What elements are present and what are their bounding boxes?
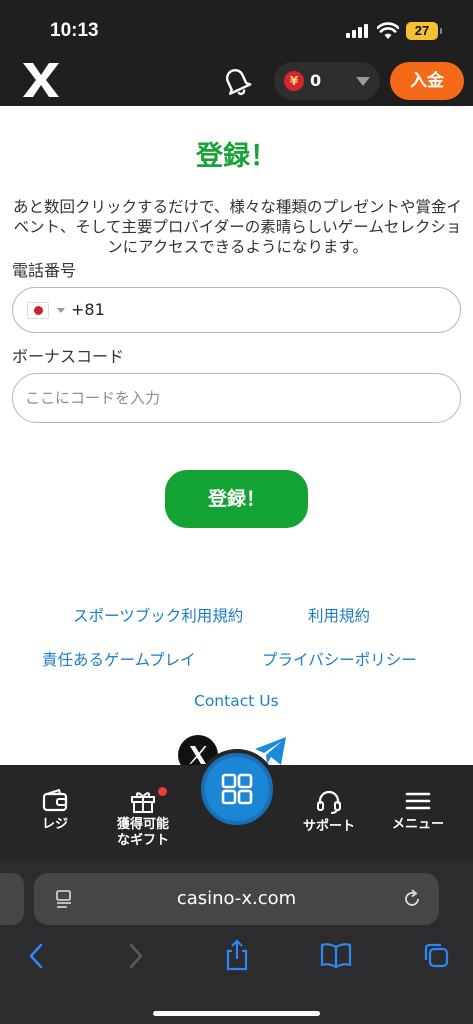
home-indicator — [153, 1011, 320, 1016]
privacy-policy-link[interactable]: プライバシーポリシー — [262, 648, 417, 670]
country-dropdown-icon[interactable] — [57, 308, 65, 313]
deposit-button[interactable]: 入金 — [390, 62, 464, 100]
japan-flag-icon[interactable] — [27, 302, 49, 319]
wallet-icon — [42, 789, 68, 812]
url-text: casino-x.com — [176, 888, 297, 909]
gift-icon — [131, 792, 155, 813]
previous-tab-preview[interactable] — [0, 873, 24, 925]
casino-x-logo[interactable] — [20, 60, 62, 100]
nav-cashier[interactable]: レジ — [30, 789, 80, 833]
nav-menu[interactable]: メニュー — [384, 789, 452, 833]
phone-field[interactable]: +81 — [12, 287, 461, 333]
nav-menu-label: メニュー — [391, 817, 444, 832]
share-icon[interactable] — [224, 939, 250, 971]
reload-icon[interactable] — [402, 889, 422, 909]
headset-icon — [317, 790, 341, 814]
hamburger-menu-icon — [405, 792, 431, 810]
yen-coin-icon: ¥ — [284, 71, 304, 91]
nav-cashier-label: レジ — [41, 817, 68, 832]
status-bar: 10:13 27 — [0, 0, 473, 54]
forward-icon[interactable] — [126, 942, 146, 970]
phone-label: 電話番号 — [12, 261, 77, 280]
grid-icon — [221, 773, 253, 805]
balance-selector[interactable]: ¥ 0 — [274, 62, 380, 100]
bonus-code-input[interactable] — [12, 373, 461, 423]
cellular-signal-icon — [346, 24, 370, 38]
contact-us-link[interactable]: Contact Us — [194, 692, 279, 710]
nav-support[interactable]: サポート — [296, 789, 362, 835]
dial-code: +81 — [71, 300, 105, 319]
terms-link[interactable]: 利用規約 — [308, 604, 370, 626]
page-title: 登録！ — [196, 141, 277, 172]
app-header: ¥ 0 入金 — [0, 54, 473, 106]
nav-support-label: サポート — [302, 819, 355, 834]
bonus-code-label: ボーナスコード — [12, 347, 125, 366]
back-icon[interactable] — [26, 942, 46, 970]
responsible-gaming-link[interactable]: 責任あるゲームプレイ — [42, 648, 196, 670]
bottom-nav: レジ 獲得可能 なギフト サポート メニュー — [0, 749, 473, 861]
nav-gifts-label-2: なギフト — [116, 833, 169, 848]
nav-gifts[interactable]: 獲得可能 なギフト — [108, 787, 178, 849]
nav-gifts-label-1: 獲得可能 — [116, 817, 169, 832]
bookmarks-icon[interactable] — [320, 942, 352, 968]
address-bar[interactable]: casino-x.com — [34, 873, 439, 925]
battery-icon: 27 — [406, 22, 442, 40]
notification-dot — [158, 787, 167, 796]
bell-icon[interactable] — [218, 63, 254, 97]
sportsbook-terms-link[interactable]: スポーツブック利用規約 — [73, 604, 243, 626]
balance-value: 0 — [310, 71, 322, 90]
wifi-icon — [377, 22, 399, 39]
register-button[interactable]: 登録！ — [165, 470, 308, 528]
browser-toolbar: casino-x.com — [0, 861, 473, 1024]
games-grid-button[interactable] — [197, 749, 277, 829]
status-time: 10:13 — [50, 20, 99, 41]
tabs-icon[interactable] — [422, 941, 450, 969]
registration-description: あと数回クリックするだけで、様々な種類のプレゼントや賞金イベント、そして主要プロ… — [13, 198, 462, 256]
caret-down-icon — [356, 77, 370, 86]
